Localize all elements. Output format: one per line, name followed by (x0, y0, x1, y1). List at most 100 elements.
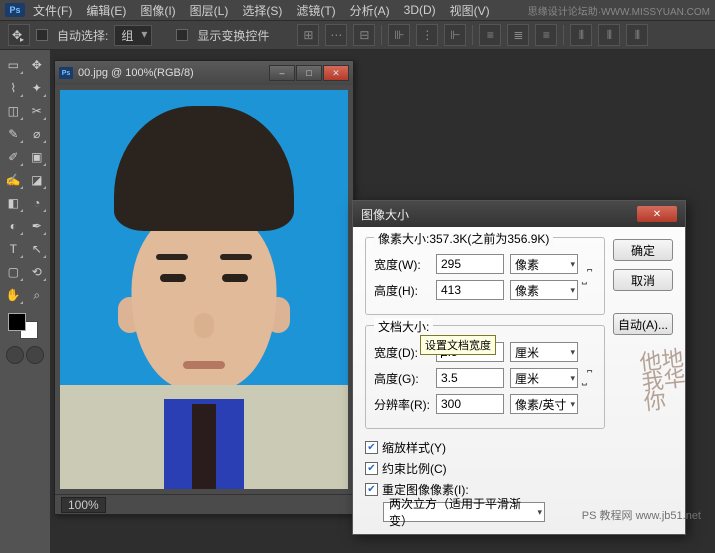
tool-zoom[interactable]: ⌕ (26, 284, 49, 306)
cancel-button[interactable]: 取消 (613, 269, 673, 291)
tool-path[interactable]: ↖ (26, 238, 49, 260)
document-window: Ps 00.jpg @ 100%(RGB/8) – □ ✕ (54, 60, 354, 515)
quick-mask-btn[interactable] (6, 346, 24, 364)
tool-lasso[interactable]: ⌇ (2, 77, 25, 99)
resolution-unit[interactable]: 像素/英寸▾ (510, 394, 578, 414)
pixel-dimensions-group: 像素大小:357.3K(之前为356.9K) 宽度(W): 295 像素▾ 高度… (365, 237, 605, 315)
constrain-label: 约束比例(C) (382, 460, 447, 477)
tool-pen[interactable]: ✒ (26, 215, 49, 237)
menubar: Ps 文件(F) 编辑(E) 图像(I) 图层(L) 选择(S) 滤镜(T) 分… (0, 0, 715, 20)
menu-analysis[interactable]: 分析(A) (350, 2, 390, 19)
width-px-input[interactable]: 295 (436, 254, 504, 274)
align-icon[interactable]: ⊪ (388, 24, 410, 46)
app-logo: Ps (5, 3, 25, 17)
width-label: 宽度(W): (374, 256, 430, 273)
doc-height-input[interactable]: 3.5 (436, 368, 504, 388)
tool-marquee[interactable]: ▭ (2, 54, 25, 76)
dialog-close-button[interactable]: ✕ (637, 206, 677, 222)
tool-blur[interactable]: ◔ (26, 192, 49, 214)
toolbox: ▭ ✥ ⌇ ✦ ◫ ✂ ✎ ⌀ ✐ ▣ ✍ ◪ ◧ ◔ ◐ ✒ T ↖ ▢ ⟲ … (0, 50, 50, 553)
doc-width-unit[interactable]: 厘米▾ (510, 342, 578, 362)
tool-wand[interactable]: ✦ (26, 77, 49, 99)
tool-stamp[interactable]: ▣ (26, 146, 49, 168)
tool-hand[interactable]: ✋ (2, 284, 25, 306)
document-status: 100% (55, 494, 353, 514)
resample-method-dropdown[interactable]: 两次立方（适用于平滑渐变）▾ (383, 502, 545, 522)
distribute-icon[interactable]: ⫴ (626, 24, 648, 46)
options-bar: ✥▸ 自动选择: 组 显示变换控件 ⊞ ⋯ ⊟ ⊪ ⋮ ⊩ ≡ ≣ ≡ ⫴ ⫴ … (0, 20, 715, 50)
width-px-unit[interactable]: 像素▾ (510, 254, 578, 274)
tool-eyedropper[interactable]: ✎ (2, 123, 25, 145)
resolution-label: 分辨率(R): (374, 396, 430, 413)
tool-gradient[interactable]: ◧ (2, 192, 25, 214)
ok-button[interactable]: 确定 (613, 239, 673, 261)
height-label: 高度(H): (374, 282, 430, 299)
resolution-input[interactable]: 300 (436, 394, 504, 414)
align-icon[interactable]: ⋮ (416, 24, 438, 46)
tool-move[interactable]: ✥ (26, 54, 49, 76)
menu-edit[interactable]: 编辑(E) (86, 2, 126, 19)
move-tool-icon[interactable]: ✥▸ (8, 24, 30, 46)
pixel-dimensions-label: 像素大小:357.3K(之前为356.9K) (374, 230, 553, 247)
distribute-icon[interactable]: ⫴ (598, 24, 620, 46)
document-title: 00.jpg @ 100%(RGB/8) (78, 67, 194, 79)
tool-history[interactable]: ✍ (2, 169, 25, 191)
doc-height-unit[interactable]: 厘米▾ (510, 368, 578, 388)
color-swatches[interactable] (2, 311, 48, 343)
document-titlebar[interactable]: Ps 00.jpg @ 100%(RGB/8) – □ ✕ (55, 61, 353, 85)
watermark-2: PS 教程网 www.jb51.net (582, 507, 701, 523)
watermark: 思缘设计论坛助·WWW.MISSYUAN.COM (528, 3, 710, 18)
auto-select-label: 自动选择: (57, 27, 108, 44)
align-icon[interactable]: ⊩ (444, 24, 466, 46)
auto-select-checkbox[interactable] (36, 29, 48, 41)
align-icon[interactable]: ⊟ (353, 24, 375, 46)
link-icon[interactable]: ⎵⎴ (578, 257, 596, 297)
align-icon[interactable]: ⊞ (297, 24, 319, 46)
tool-dodge[interactable]: ◐ (2, 215, 25, 237)
maximize-button[interactable]: □ (296, 65, 322, 81)
menu-file[interactable]: 文件(F) (33, 2, 72, 19)
tool-slice[interactable]: ✂ (26, 100, 49, 122)
distribute-icon[interactable]: ⫴ (570, 24, 592, 46)
link-icon[interactable]: ⎵⎴ (578, 358, 596, 398)
document-size-label: 文档大小: (374, 318, 433, 335)
doc-logo-icon: Ps (59, 67, 73, 79)
tool-shape[interactable]: ▢ (2, 261, 25, 283)
canvas-area: Ps 00.jpg @ 100%(RGB/8) – □ ✕ (50, 50, 715, 553)
tool-crop[interactable]: ◫ (2, 100, 25, 122)
auto-select-dropdown[interactable]: 组 (114, 25, 152, 46)
height-px-unit[interactable]: 像素▾ (510, 280, 578, 300)
show-transform-checkbox[interactable] (176, 29, 188, 41)
tool-heal[interactable]: ⌀ (26, 123, 49, 145)
dialog-titlebar[interactable]: 图像大小 ✕ (353, 201, 685, 227)
height-px-input[interactable]: 413 (436, 280, 504, 300)
zoom-level[interactable]: 100% (61, 497, 106, 513)
scale-styles-checkbox[interactable]: ✔ (365, 441, 378, 454)
tool-type[interactable]: T (2, 238, 25, 260)
screen-mode-btn[interactable] (26, 346, 44, 364)
scale-styles-label: 缩放样式(Y) (382, 439, 446, 456)
minimize-button[interactable]: – (269, 65, 295, 81)
show-transform-label: 显示变换控件 (197, 27, 269, 44)
tooltip: 设置文档宽度 (420, 335, 496, 355)
menu-select[interactable]: 选择(S) (242, 2, 282, 19)
distribute-icon[interactable]: ≡ (479, 24, 501, 46)
distribute-icon[interactable]: ≡ (535, 24, 557, 46)
fg-color-swatch[interactable] (8, 313, 26, 331)
menu-3d[interactable]: 3D(D) (404, 3, 436, 17)
menu-filter[interactable]: 滤镜(T) (296, 2, 335, 19)
menu-layer[interactable]: 图层(L) (190, 2, 229, 19)
tool-3d[interactable]: ⟲ (26, 261, 49, 283)
distribute-icon[interactable]: ≣ (507, 24, 529, 46)
close-button[interactable]: ✕ (323, 65, 349, 81)
align-icon[interactable]: ⋯ (325, 24, 347, 46)
tool-eraser[interactable]: ◪ (26, 169, 49, 191)
menu-image[interactable]: 图像(I) (140, 2, 175, 19)
menu-view[interactable]: 视图(V) (450, 2, 490, 19)
constrain-checkbox[interactable]: ✔ (365, 462, 378, 475)
tool-brush[interactable]: ✐ (2, 146, 25, 168)
photo-canvas[interactable] (60, 90, 348, 489)
resample-checkbox[interactable]: ✔ (365, 483, 378, 496)
quick-mask (2, 346, 48, 364)
auto-button[interactable]: 自动(A)... (613, 313, 673, 335)
